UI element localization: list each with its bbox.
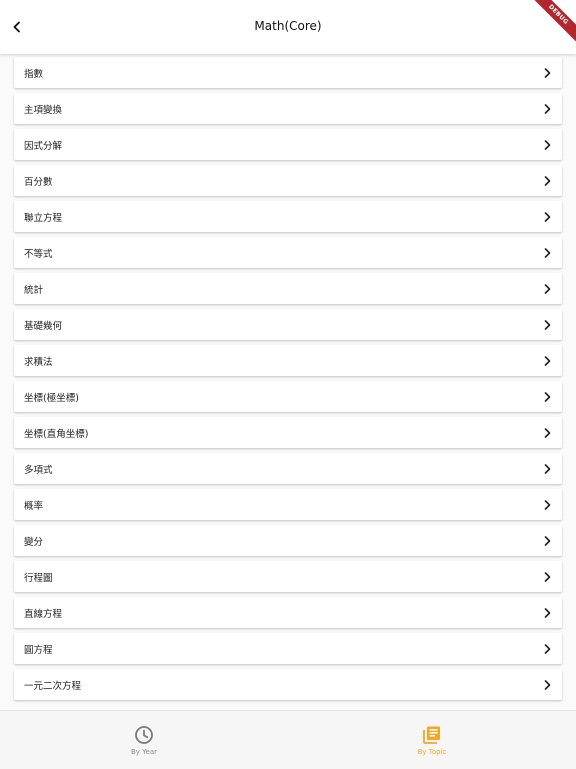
page-title: Math(Core): [254, 19, 322, 33]
topic-label: 求積法: [24, 356, 53, 368]
topic-row[interactable]: 基礎幾何: [14, 309, 562, 340]
topic-row[interactable]: 坐標(直角坐標): [14, 417, 562, 448]
chevron-right-icon: [542, 175, 552, 186]
topic-label: 直線方程: [24, 608, 63, 620]
topic-label: 基礎幾何: [24, 320, 63, 332]
topic-row[interactable]: 直線方程: [14, 597, 562, 628]
topic-label: 圓方程: [24, 644, 53, 656]
topic-label: 行程圖: [24, 572, 53, 584]
chevron-right-icon: [542, 355, 552, 366]
chevron-right-icon: [542, 571, 552, 582]
topic-label: 一元二次方程: [24, 680, 82, 692]
nav-label-by-topic: By Topic: [417, 748, 447, 756]
chevron-right-icon: [542, 391, 552, 402]
topic-label: 變分: [24, 536, 44, 548]
topic-row[interactable]: 行程圖: [14, 561, 562, 592]
topic-row[interactable]: 一元二次方程: [14, 669, 562, 700]
chevron-right-icon: [542, 535, 552, 546]
topic-label: 統計: [24, 284, 44, 296]
topic-label: 不等式: [24, 248, 53, 260]
topic-row[interactable]: 主項變換: [14, 93, 562, 124]
topic-row[interactable]: 百分數: [14, 165, 562, 196]
topic-row[interactable]: 聯立方程: [14, 201, 562, 232]
topic-label: 因式分解: [24, 140, 63, 152]
chevron-right-icon: [542, 67, 552, 78]
chevron-right-icon: [542, 427, 552, 438]
chevron-right-icon: [542, 319, 552, 330]
chevron-right-icon: [542, 247, 552, 258]
chevron-right-icon: [542, 463, 552, 474]
clock-icon: [135, 726, 153, 744]
topic-row[interactable]: 變分: [14, 525, 562, 556]
debug-banner: DEBUG: [516, 0, 576, 60]
topic-list[interactable]: 指數主項變換因式分解百分數聯立方程不等式統計基礎幾何求積法坐標(極坐標) 坐標(直…: [0, 54, 576, 710]
app-bar: Math(Core): [0, 0, 576, 54]
chevron-right-icon: [542, 139, 552, 150]
topic-label: 概率: [24, 500, 44, 512]
chevron-right-icon: [542, 643, 552, 654]
topic-row[interactable]: 坐標(極坐標): [14, 381, 562, 412]
chevron-right-icon: [542, 103, 552, 114]
topic-row[interactable]: 不等式: [14, 237, 562, 268]
nav-item-by-topic[interactable]: By Topic: [288, 711, 576, 769]
topic-row[interactable]: 圓方程: [14, 633, 562, 664]
bottom-navigation: By Year By Topic: [0, 710, 576, 769]
topic-label: 坐標(極坐標): [24, 392, 79, 404]
topic-label: 聯立方程: [24, 212, 63, 224]
topic-row[interactable]: 求積法: [14, 345, 562, 376]
chevron-right-icon: [542, 283, 552, 294]
chevron-right-icon: [542, 211, 552, 222]
topic-label: 指數: [24, 68, 44, 80]
topic-row[interactable]: 指數: [14, 57, 562, 88]
topic-row[interactable]: 因式分解: [14, 129, 562, 160]
debug-banner-label: DEBUG: [525, 0, 576, 48]
topic-label: 主項變換: [24, 104, 63, 116]
topic-row[interactable]: 多項式: [14, 453, 562, 484]
library-books-icon: [423, 726, 440, 744]
nav-label-by-year: By Year: [131, 748, 157, 756]
topic-row[interactable]: 統計: [14, 273, 562, 304]
topic-label: 百分數: [24, 176, 53, 188]
topic-label: 坐標(直角坐標): [24, 428, 89, 440]
chevron-right-icon: [542, 679, 552, 690]
chevron-right-icon: [542, 499, 552, 510]
chevron-right-icon: [542, 607, 552, 618]
nav-item-by-year[interactable]: By Year: [0, 711, 288, 769]
topic-label: 多項式: [24, 464, 53, 476]
topic-row[interactable]: 概率: [14, 489, 562, 520]
